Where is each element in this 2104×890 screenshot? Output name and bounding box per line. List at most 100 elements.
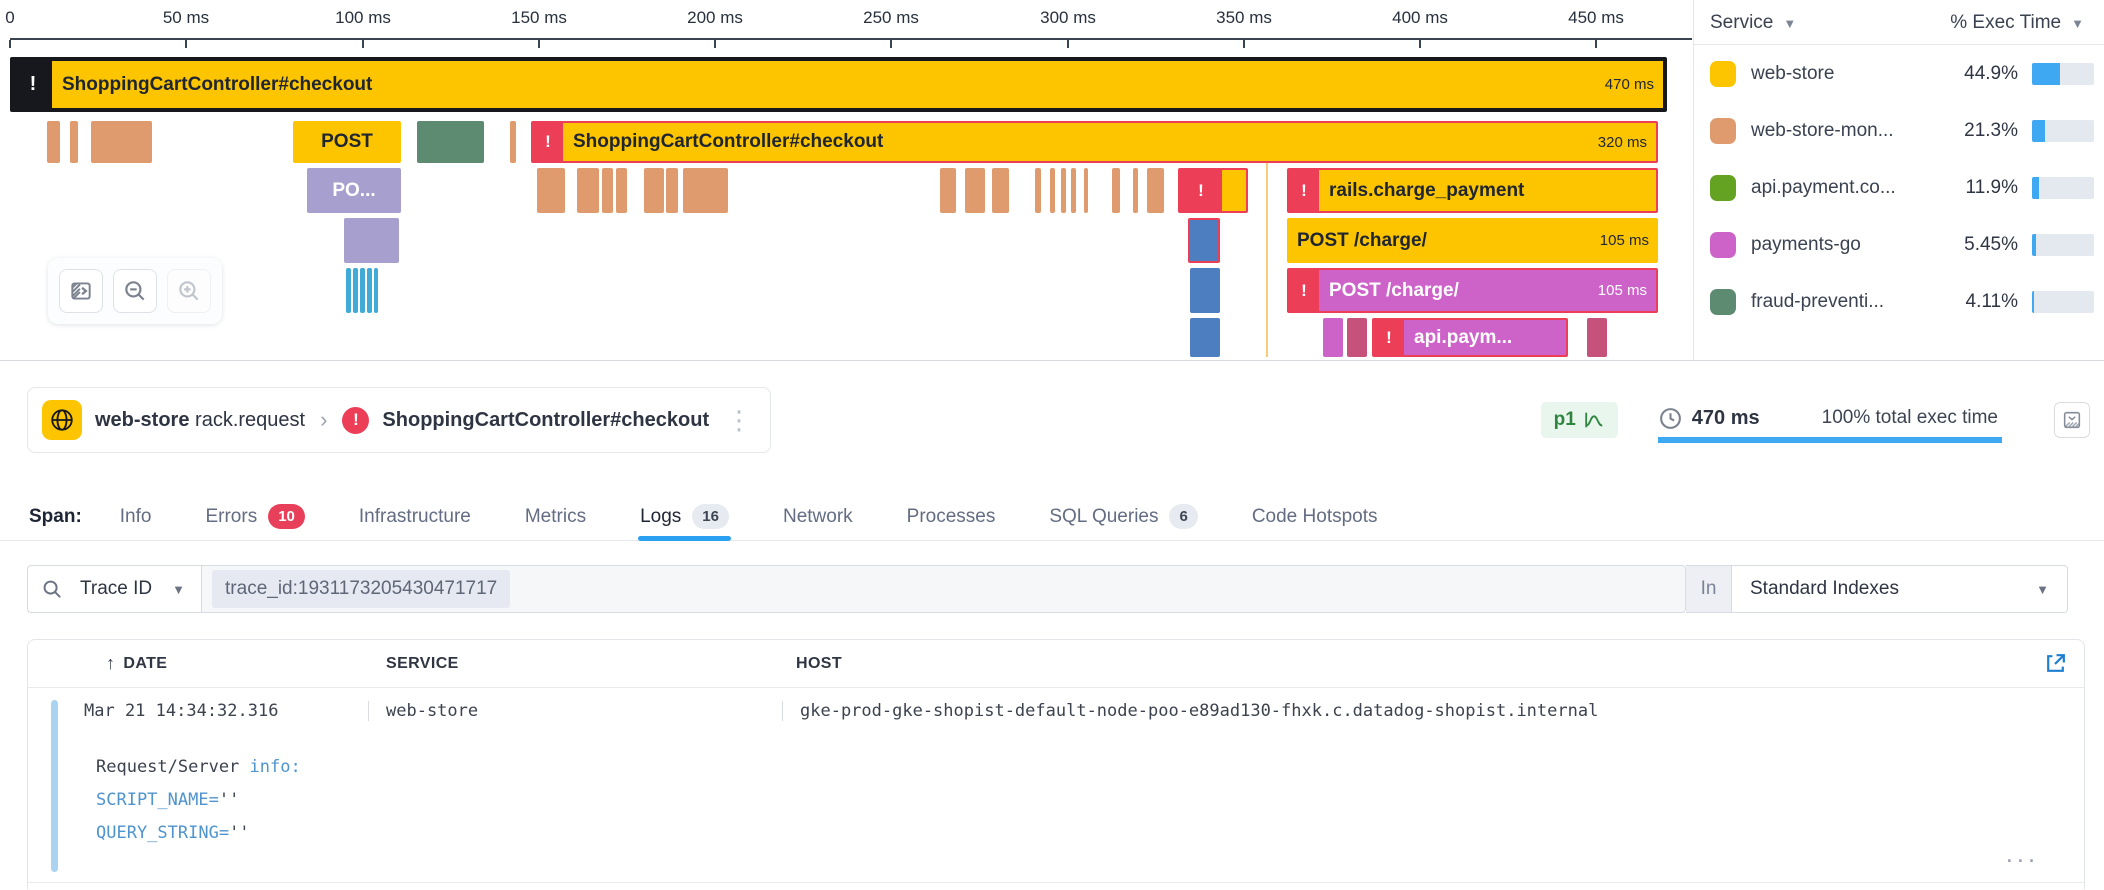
span-tabs-prefix: Span: [29,506,82,528]
flame-span[interactable] [1071,168,1076,213]
exec-time-value: 4.11% [1940,291,2018,313]
tab-code-hotspots[interactable]: Code Hotspots [1252,493,1378,540]
tab-logs[interactable]: Logs16 [640,493,729,540]
flame-span[interactable] [577,168,599,213]
flame-span[interactable] [47,121,60,163]
flame-span[interactable] [510,121,516,163]
zoom-out-button[interactable] [113,269,157,313]
service-name: payments-go [1751,234,1940,256]
service-row-payments-go[interactable]: payments-go5.45% [1694,216,2104,273]
column-host[interactable]: HOST [796,655,2084,673]
flame-span[interactable] [1323,318,1343,357]
flame-span[interactable] [1190,318,1220,357]
index-select[interactable]: Standard Indexes ▼ [1732,565,2068,613]
flame-span[interactable] [374,268,378,313]
priority-badge[interactable]: p1 [1541,402,1618,438]
column-date[interactable]: ↑ DATE [28,653,386,674]
open-external-icon[interactable] [2043,651,2068,676]
tab-sql-queries[interactable]: SQL Queries6 [1049,493,1197,540]
tab-label: SQL Queries [1049,506,1158,528]
chevron-down-icon: ▼ [2036,582,2049,597]
flame-span[interactable] [1061,168,1066,213]
breadcrumb-resource[interactable]: ShoppingCartController#checkout [382,409,709,432]
zoom-in-button[interactable] [167,269,211,313]
exec-time-progress [1658,437,2002,443]
flame-span-po[interactable]: PO... [307,168,401,213]
flame-span[interactable] [1147,168,1164,213]
flame-span[interactable] [367,268,372,313]
globe-icon [49,407,75,433]
time-tick-label: 400 ms [1392,8,1448,28]
flame-span[interactable]: ! [1178,168,1248,213]
service-column-header[interactable]: Service▼ [1710,12,1796,34]
log-detail-line: SCRIPT_NAME='' [96,784,2084,817]
flame-span[interactable] [1133,168,1138,213]
collapse-down-icon [2061,409,2083,431]
flame-span[interactable] [346,268,351,313]
flame-span[interactable] [1035,168,1041,213]
flame-span-rails-charge-payment[interactable]: !rails.charge_payment [1287,168,1658,213]
flame-span[interactable] [1347,318,1367,357]
flame-span[interactable] [683,168,728,213]
column-service[interactable]: SERVICE [386,655,796,673]
tab-infrastructure[interactable]: Infrastructure [359,493,471,540]
flame-span[interactable] [417,121,484,163]
flame-span[interactable] [616,168,627,213]
flame-span[interactable] [1084,168,1088,213]
tab-info[interactable]: Info [120,493,152,540]
flame-span[interactable] [353,268,358,313]
flame-span-shoppingcartcontroller-checkout[interactable]: !ShoppingCartController#checkout320 ms [531,121,1658,163]
flame-span[interactable] [1190,268,1220,313]
service-row-api-payment-co-[interactable]: api.payment.co...11.9% [1694,159,2104,216]
flame-span[interactable] [965,168,985,213]
flame-span[interactable] [602,168,613,213]
service-color-swatch [1710,61,1736,87]
flame-span[interactable] [644,168,664,213]
log-row[interactable]: Mar 21 14:34:32.316 web-store gke-prod-g… [28,688,2084,883]
tab-processes[interactable]: Processes [907,493,996,540]
service-row-fraud-preventi-[interactable]: fraud-preventi...4.11% [1694,273,2104,330]
flame-span[interactable] [1587,318,1607,357]
flame-span[interactable] [1050,168,1055,213]
span-duration: 105 ms [1600,232,1658,249]
flame-span[interactable] [360,268,365,313]
log-detail-line: QUERY_STRING='' [96,817,2084,850]
kebab-menu[interactable]: ⋮ [722,410,756,430]
flame-span-api-paym[interactable]: !api.paym... [1372,318,1568,357]
service-row-web-store[interactable]: web-store44.9% [1694,45,2104,102]
span-duration: 470 ms [1605,76,1663,93]
error-badge: ! [1289,270,1319,311]
flame-span[interactable] [1188,218,1220,263]
tab-metrics[interactable]: Metrics [525,493,586,540]
flame-graph: 050 ms100 ms150 ms200 ms250 ms300 ms350 … [0,0,1692,360]
search-filter-select[interactable]: Trace ID ▼ [76,578,201,600]
flame-span-shoppingcartcontroller-checkout[interactable]: !ShoppingCartController#checkout470 ms [10,57,1667,112]
collapse-panel-button[interactable] [59,269,103,313]
log-search-input[interactable]: Trace ID ▼ trace_id:1931173205430471717 [27,565,1686,613]
flame-span[interactable] [940,168,956,213]
flame-span-post-charge[interactable]: POST /charge/105 ms [1287,218,1658,263]
breadcrumb-service[interactable]: web-store rack.request [95,409,305,432]
search-token-chip[interactable]: trace_id:1931173205430471717 [212,570,510,608]
flame-span[interactable] [70,121,78,163]
log-search-row: Trace ID ▼ trace_id:1931173205430471717 … [27,565,2068,613]
flame-span[interactable] [537,168,565,213]
flame-span[interactable] [666,168,678,213]
flame-span[interactable] [344,218,399,263]
collapse-bottom-button[interactable] [2054,402,2090,438]
breadcrumb: web-store rack.request › ! ShoppingCartC… [27,387,771,453]
flame-span-post-charge[interactable]: !POST /charge/105 ms [1287,268,1658,313]
service-row-web-store-mon-[interactable]: web-store-mon...21.3% [1694,102,2104,159]
exec-time-column-header[interactable]: % Exec Time▼ [1950,12,2084,34]
flame-span[interactable] [91,121,152,163]
log-actions-ellipsis[interactable]: ... [2005,848,2038,866]
exec-time-summary: 470 ms 100% total exec time [1658,406,2002,435]
time-tick [890,40,892,48]
flame-span-post[interactable]: POST [293,121,401,163]
flame-span[interactable] [1112,168,1120,213]
chevron-down-icon: ▼ [1783,16,1796,31]
flame-span[interactable] [992,168,1009,213]
span-duration: 470 ms [1692,407,1760,430]
tab-errors[interactable]: Errors10 [205,493,304,540]
tab-network[interactable]: Network [783,493,853,540]
